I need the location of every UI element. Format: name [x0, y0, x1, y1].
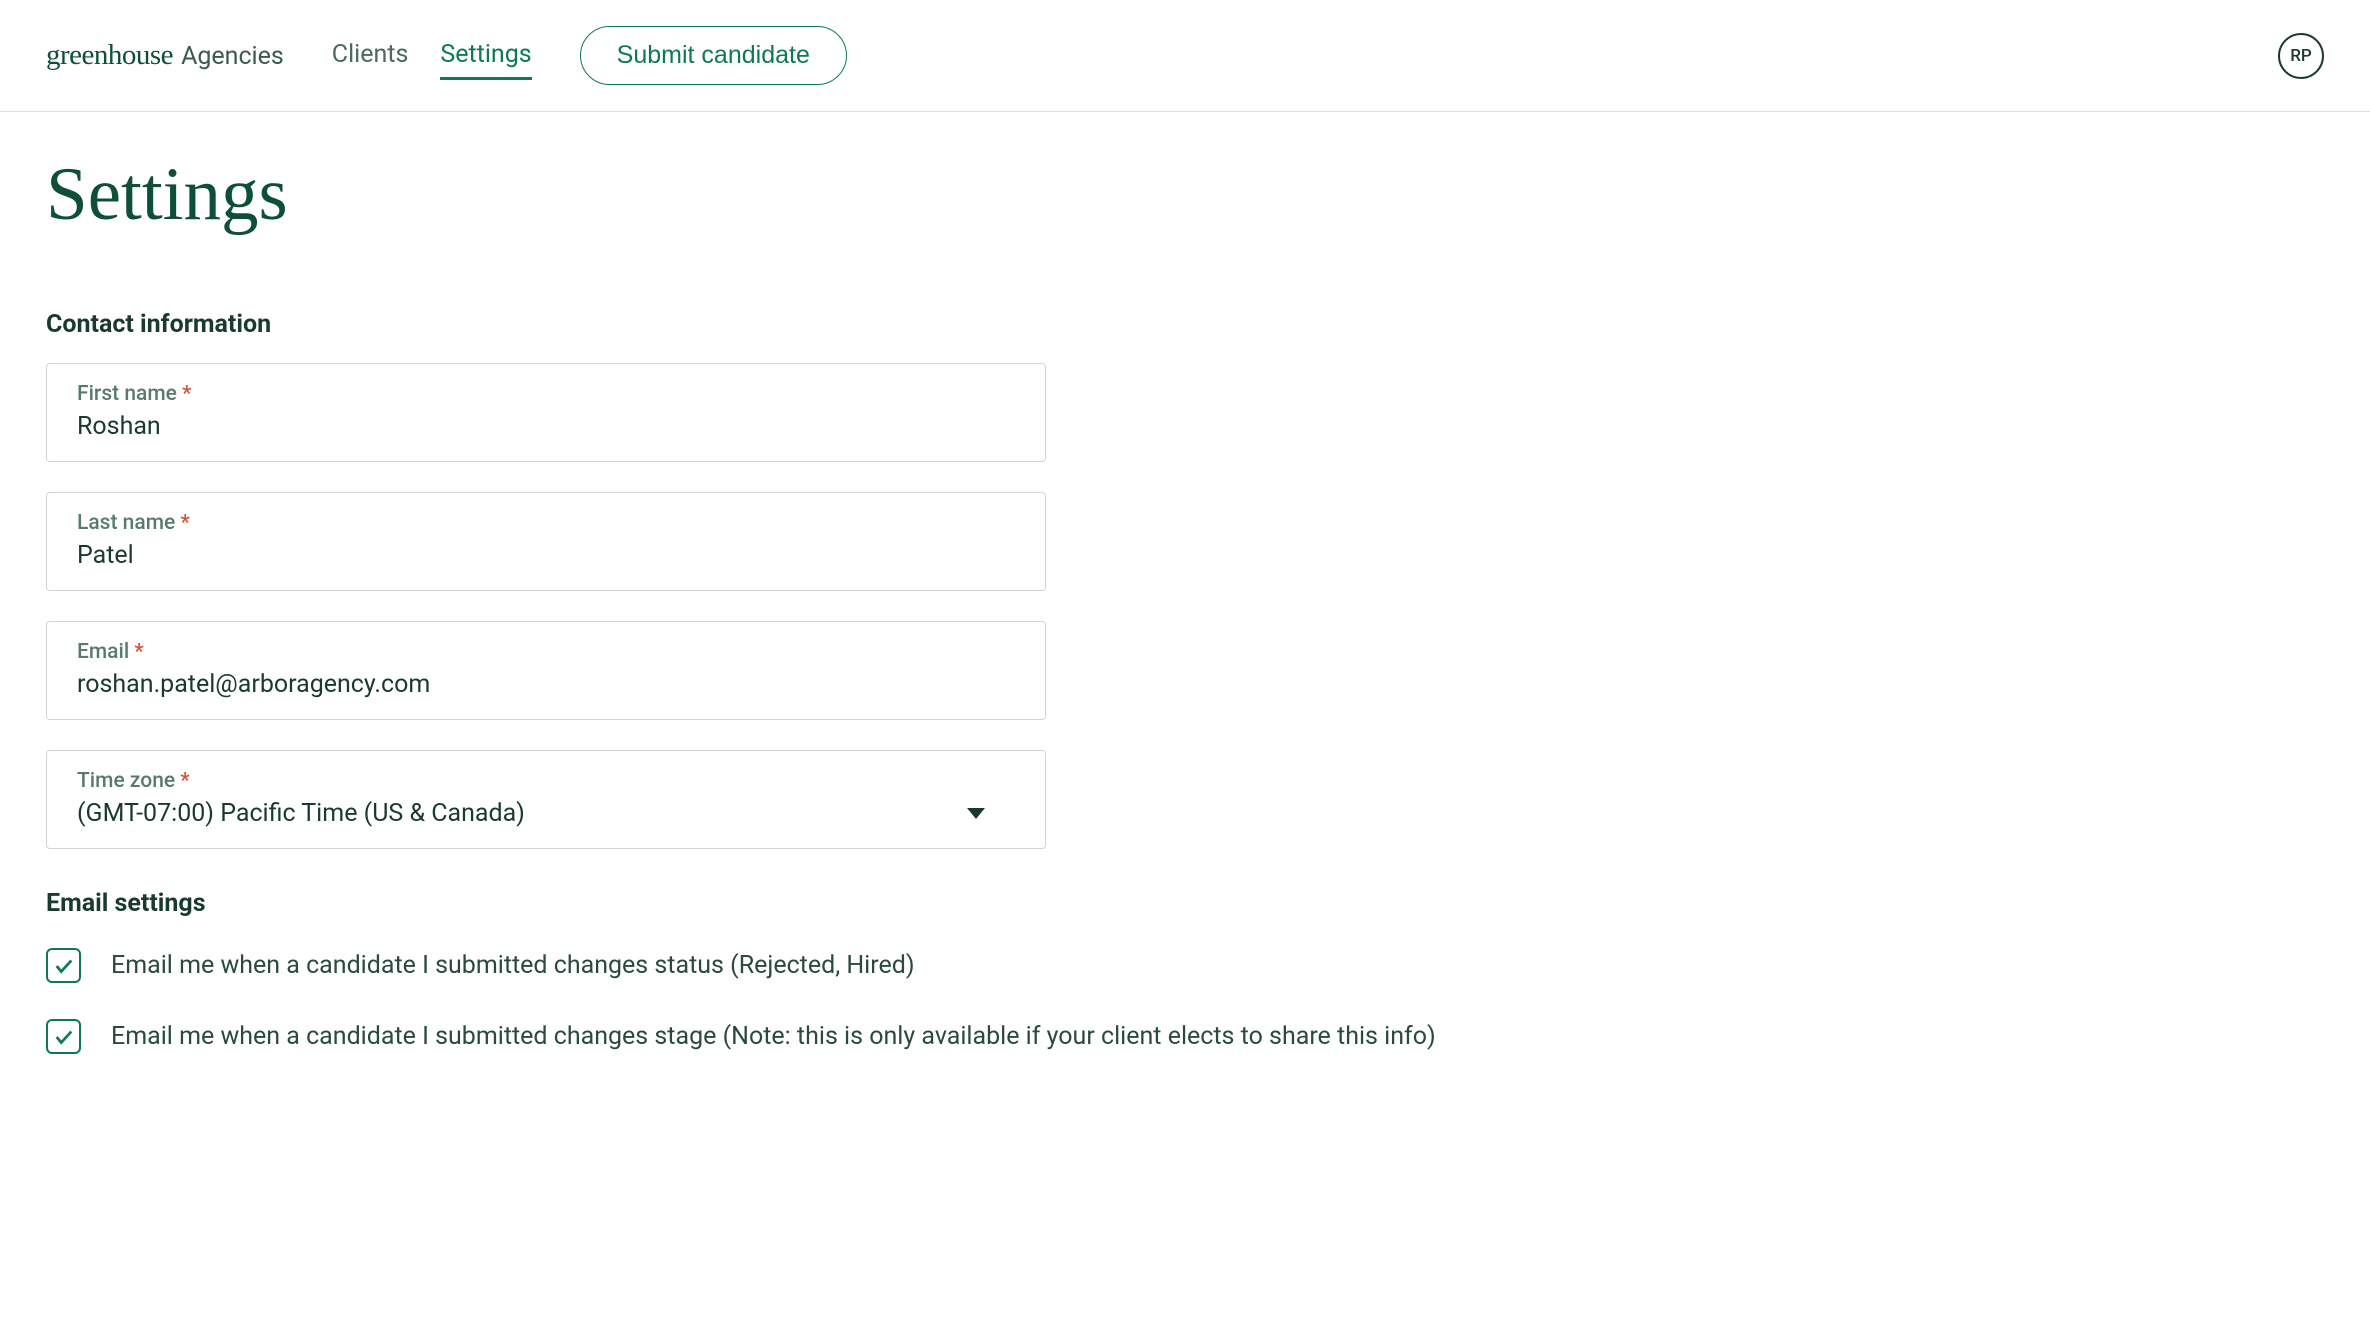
first-name-label: First name *	[77, 382, 1015, 406]
nav-link-settings[interactable]: Settings	[440, 32, 531, 80]
contact-heading: Contact information	[46, 310, 2324, 339]
logo-secondary: Agencies	[181, 42, 284, 71]
first-name-input[interactable]	[77, 412, 1015, 441]
email-label: Email *	[77, 640, 1015, 664]
nav: Clients Settings Submit candidate	[332, 26, 847, 85]
email-settings-heading: Email settings	[46, 889, 2324, 918]
timezone-select[interactable]: (GMT-07:00) Pacific Time (US & Canada)	[77, 799, 1015, 828]
submit-candidate-button[interactable]: Submit candidate	[580, 26, 847, 85]
app-header: greenhouse Agencies Clients Settings Sub…	[0, 0, 2370, 112]
checkbox-status[interactable]	[46, 948, 81, 983]
check-icon	[53, 1026, 75, 1048]
checkbox-stage-label: Email me when a candidate I submitted ch…	[111, 1022, 1436, 1051]
logo[interactable]: greenhouse Agencies	[46, 39, 284, 72]
email-field[interactable]: Email *	[46, 621, 1046, 720]
last-name-label: Last name *	[77, 511, 1015, 535]
logo-primary: greenhouse	[46, 39, 173, 72]
checkbox-row-stage: Email me when a candidate I submitted ch…	[46, 1019, 2324, 1054]
first-name-field[interactable]: First name *	[46, 363, 1046, 462]
nav-link-clients[interactable]: Clients	[332, 32, 409, 80]
checkbox-status-label: Email me when a candidate I submitted ch…	[111, 951, 915, 980]
timezone-field[interactable]: Time zone * (GMT-07:00) Pacific Time (US…	[46, 750, 1046, 849]
chevron-down-icon	[967, 808, 985, 819]
timezone-label: Time zone *	[77, 769, 1015, 793]
last-name-field[interactable]: Last name *	[46, 492, 1046, 591]
check-icon	[53, 955, 75, 977]
page-title: Settings	[46, 152, 2324, 238]
last-name-input[interactable]	[77, 541, 1015, 570]
checkbox-stage[interactable]	[46, 1019, 81, 1054]
timezone-value: (GMT-07:00) Pacific Time (US & Canada)	[77, 799, 525, 828]
email-input[interactable]	[77, 670, 1015, 699]
avatar[interactable]: RP	[2278, 33, 2324, 79]
content: Settings Contact information First name …	[0, 112, 2370, 1130]
checkbox-row-status: Email me when a candidate I submitted ch…	[46, 948, 2324, 983]
